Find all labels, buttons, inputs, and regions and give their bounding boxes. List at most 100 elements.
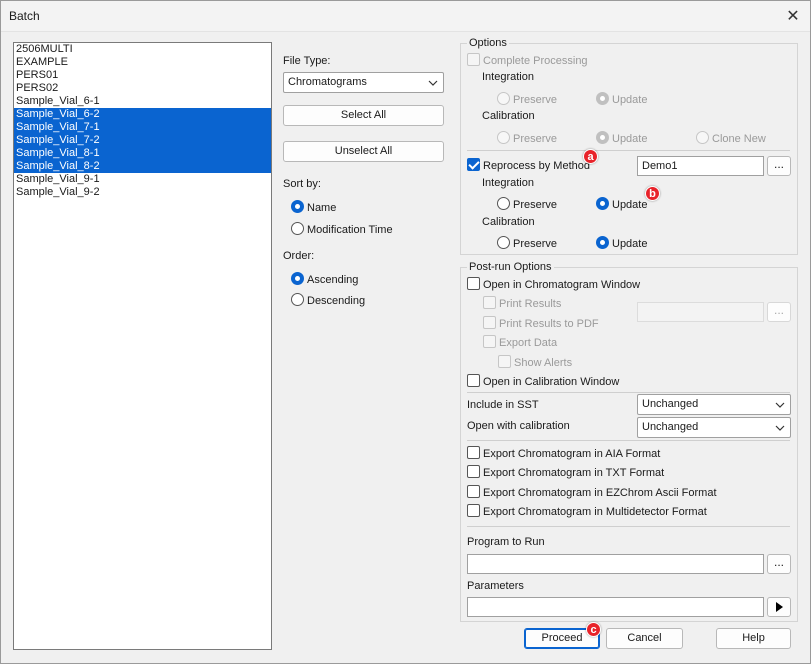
include-in-sst-select[interactable]: Unchanged: [637, 394, 791, 415]
open-with-calibration-select[interactable]: Unchanged: [637, 417, 791, 438]
checkbox-icon: [467, 277, 480, 290]
annotation-badge-b: b: [645, 186, 660, 201]
program-to-run-label: Program to Run: [467, 536, 545, 548]
update-label: Update: [612, 94, 648, 106]
checkbox-icon: [467, 446, 480, 459]
radio-icon: [497, 236, 510, 249]
export-ezchrom-checkbox[interactable]: Export Chromatogram in EZChrom Ascii For…: [467, 485, 717, 500]
preserve-label: Preserve: [513, 133, 558, 145]
order-label: Order:: [283, 250, 315, 262]
open-chromatogram-window-checkbox[interactable]: Open in Chromatogram Window: [467, 277, 640, 292]
checkbox-icon: [483, 296, 496, 309]
reprocess-by-method-checkbox[interactable]: Reprocess by Method: [467, 158, 590, 173]
integration-update-radio-1[interactable]: Update: [596, 92, 647, 107]
export-aia-checkbox[interactable]: Export Chromatogram in AIA Format: [467, 446, 660, 461]
title-bar: Batch ✕: [0, 0, 811, 32]
open-calib-window-label: Open in Calibration Window: [483, 376, 620, 388]
calibration-preserve-radio-1[interactable]: Preserve: [497, 131, 557, 146]
sort-name-radio[interactable]: Name: [291, 200, 336, 215]
export-aia-label: Export Chromatogram in AIA Format: [483, 448, 661, 460]
export-txt-checkbox[interactable]: Export Chromatogram in TXT Format: [467, 465, 664, 480]
list-item[interactable]: Sample_Vial_6-1: [14, 95, 271, 108]
include-in-sst-label: Include in SST: [467, 399, 539, 411]
print-results-label: Print Results: [499, 298, 562, 310]
radio-icon: [291, 293, 304, 306]
radio-icon: [497, 131, 510, 144]
calibration-clone-new-radio[interactable]: Clone New: [696, 131, 766, 146]
annotation-badge-c: c: [586, 622, 601, 637]
radio-selected-icon: [596, 236, 609, 249]
export-data-label: Export Data: [499, 337, 558, 349]
export-txt-label: Export Chromatogram in TXT Format: [483, 467, 665, 479]
calibration-update-radio-2[interactable]: Update: [596, 236, 647, 251]
order-ascending-radio[interactable]: Ascending: [291, 272, 358, 287]
descending-label: Descending: [307, 295, 366, 307]
divider: [467, 392, 790, 393]
print-browse-button[interactable]: ...: [767, 302, 791, 322]
print-results-checkbox[interactable]: Print Results: [483, 296, 561, 311]
checkbox-icon: [483, 335, 496, 348]
method-browse-button[interactable]: ...: [767, 156, 791, 176]
checkbox-checked-icon: [467, 158, 480, 171]
program-to-run-field[interactable]: [467, 554, 764, 574]
calibration-update-radio-1[interactable]: Update: [596, 131, 647, 146]
export-data-checkbox[interactable]: Export Data: [483, 335, 557, 350]
list-item[interactable]: Sample_Vial_7-1: [14, 121, 271, 134]
file-type-select[interactable]: Chromatograms: [283, 72, 444, 93]
ascending-label: Ascending: [307, 274, 359, 286]
close-icon[interactable]: ✕: [775, 0, 811, 32]
radio-selected-icon: [291, 272, 304, 285]
parameters-field[interactable]: [467, 597, 764, 617]
sort-mod-time-label: Modification Time: [307, 224, 393, 236]
select-all-button[interactable]: Select All: [283, 105, 444, 126]
list-item[interactable]: Sample_Vial_9-1: [14, 173, 271, 186]
preserve-label: Preserve: [513, 94, 558, 106]
integration-label-2: Integration: [482, 177, 534, 189]
cancel-button[interactable]: Cancel: [606, 628, 683, 649]
sort-by-label: Sort by:: [283, 178, 321, 190]
play-arrow-icon[interactable]: [767, 597, 791, 617]
file-type-value: Chromatograms: [288, 76, 367, 88]
show-alerts-label: Show Alerts: [514, 357, 573, 369]
complete-processing-label: Complete Processing: [483, 55, 588, 67]
list-item[interactable]: EXAMPLE: [14, 56, 271, 69]
integration-preserve-radio-2[interactable]: Preserve: [497, 197, 557, 212]
list-item[interactable]: PERS01: [14, 69, 271, 82]
options-title: Options: [467, 37, 509, 49]
show-alerts-checkbox[interactable]: Show Alerts: [498, 355, 572, 370]
update-label: Update: [612, 238, 648, 250]
list-item[interactable]: Sample_Vial_9-2: [14, 186, 271, 199]
order-descending-radio[interactable]: Descending: [291, 293, 365, 308]
integration-update-radio-2[interactable]: Update: [596, 197, 647, 212]
print-results-pdf-checkbox[interactable]: Print Results to PDF: [483, 316, 599, 331]
list-item[interactable]: 2506MULTI: [14, 43, 271, 56]
export-multidetector-checkbox[interactable]: Export Chromatogram in Multidetector For…: [467, 504, 707, 519]
program-browse-button[interactable]: ...: [767, 554, 791, 574]
open-chrom-window-label: Open in Chromatogram Window: [483, 279, 641, 291]
chevron-down-icon: [775, 425, 785, 431]
sort-modification-time-radio[interactable]: Modification Time: [291, 222, 393, 237]
update-label: Update: [612, 199, 648, 211]
parameters-label: Parameters: [467, 580, 524, 592]
method-field[interactable]: Demo1: [637, 156, 764, 176]
unselect-all-button[interactable]: Unselect All: [283, 141, 444, 162]
reprocess-by-method-label: Reprocess by Method: [483, 160, 590, 172]
integration-preserve-radio-1[interactable]: Preserve: [497, 92, 557, 107]
preserve-label: Preserve: [513, 238, 558, 250]
list-item[interactable]: Sample_Vial_8-1: [14, 147, 271, 160]
help-button[interactable]: Help: [716, 628, 791, 649]
complete-processing-checkbox[interactable]: Complete Processing: [467, 53, 588, 68]
annotation-badge-a: a: [583, 149, 598, 164]
list-item[interactable]: Sample_Vial_7-2: [14, 134, 271, 147]
list-item[interactable]: Sample_Vial_6-2: [14, 108, 271, 121]
checkbox-icon: [467, 504, 480, 517]
file-list[interactable]: 2506MULTI EXAMPLE PERS01 PERS02 Sample_Vial_…: [13, 42, 272, 650]
radio-icon: [497, 197, 510, 210]
calibration-label-1: Calibration: [482, 110, 535, 122]
list-item[interactable]: PERS02: [14, 82, 271, 95]
checkbox-icon: [498, 355, 511, 368]
calibration-preserve-radio-2[interactable]: Preserve: [497, 236, 557, 251]
open-calibration-window-checkbox[interactable]: Open in Calibration Window: [467, 374, 619, 389]
print-destination-field[interactable]: [637, 302, 764, 322]
list-item[interactable]: Sample_Vial_8-2: [14, 160, 271, 173]
